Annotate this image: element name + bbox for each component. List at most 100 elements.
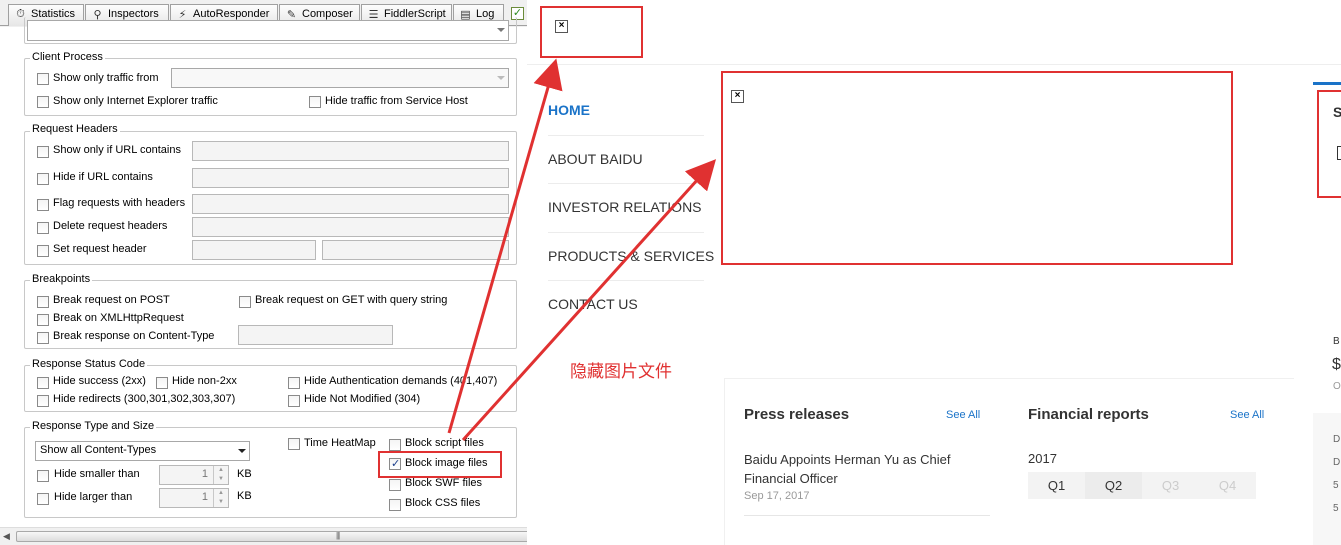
nav-divider bbox=[548, 232, 704, 233]
hide-larger-checkbox[interactable] bbox=[37, 493, 49, 505]
hosts-group bbox=[24, 17, 517, 44]
header-divider bbox=[527, 64, 1341, 65]
stepper-buttons[interactable]: ▲ ▼ bbox=[213, 466, 228, 484]
delete-headers-label: Delete request headers bbox=[53, 220, 168, 232]
horizontal-scrollbar[interactable]: ◀ ||| bbox=[0, 527, 527, 545]
time-heatmap-label: Time HeatMap bbox=[304, 437, 376, 449]
right-panel-letter: B bbox=[1333, 336, 1340, 347]
hide-not-modified-checkbox[interactable] bbox=[288, 395, 300, 407]
flag-headers-label: Flag requests with headers bbox=[53, 197, 186, 209]
financial-see-all-link[interactable]: See All bbox=[1230, 409, 1264, 421]
hide-url-checkbox[interactable] bbox=[37, 173, 49, 185]
response-status-title: Response Status Code bbox=[30, 358, 148, 370]
financial-reports-title: Financial reports bbox=[1028, 406, 1149, 423]
content-types-value: Show all Content-Types bbox=[40, 444, 157, 456]
break-post-label: Break request on POST bbox=[53, 294, 170, 306]
scrollbar-thumb[interactable] bbox=[16, 531, 527, 542]
chevron-down-icon[interactable]: ▼ bbox=[214, 498, 228, 507]
url-contains-checkbox[interactable] bbox=[37, 146, 49, 158]
press-headline-line2[interactable]: Financial Officer bbox=[744, 471, 838, 486]
chevron-left-icon[interactable]: ◀ bbox=[3, 531, 10, 542]
block-script-checkbox[interactable] bbox=[389, 439, 401, 451]
baidu-ir-page: × HOME ABOUT BAIDU INVESTOR RELATIONS PR… bbox=[527, 0, 1341, 545]
time-heatmap-checkbox[interactable] bbox=[288, 438, 300, 450]
press-see-all-link[interactable]: See All bbox=[946, 409, 980, 421]
delete-headers-input[interactable] bbox=[192, 217, 509, 237]
hide-url-label: Hide if URL contains bbox=[53, 171, 153, 183]
chevron-down-icon bbox=[238, 449, 246, 453]
quarter-q2[interactable]: Q2 bbox=[1085, 472, 1142, 499]
chevron-down-icon[interactable]: ▼ bbox=[214, 475, 228, 484]
blocked-logo-highlight bbox=[540, 6, 643, 58]
hide-smaller-label: Hide smaller than bbox=[54, 468, 140, 480]
flag-headers-checkbox[interactable] bbox=[37, 199, 49, 211]
hide-non2xx-checkbox[interactable] bbox=[156, 377, 168, 389]
hide-success-label: Hide success (2xx) bbox=[53, 375, 146, 387]
url-contains-label: Show only if URL contains bbox=[53, 144, 181, 156]
break-xhr-checkbox[interactable] bbox=[37, 314, 49, 326]
press-headline-line1[interactable]: Baidu Appoints Herman Yu as Chief bbox=[744, 452, 950, 467]
url-contains-input[interactable] bbox=[192, 141, 509, 161]
right-panel-letter: $ bbox=[1332, 356, 1341, 373]
chevron-up-icon[interactable]: ▲ bbox=[214, 466, 228, 475]
break-get-query-checkbox[interactable] bbox=[239, 296, 251, 308]
right-panel-letter: 5 bbox=[1333, 503, 1339, 514]
only-ie-label: Show only Internet Explorer traffic bbox=[53, 95, 218, 107]
right-panel-letter: D bbox=[1333, 457, 1341, 468]
only-traffic-from-label: Show only traffic from bbox=[53, 72, 159, 84]
client-process-title: Client Process bbox=[30, 51, 105, 63]
breakpoints-title: Breakpoints bbox=[30, 273, 93, 285]
hide-smaller-checkbox[interactable] bbox=[37, 470, 49, 482]
only-traffic-from-checkbox[interactable] bbox=[37, 73, 49, 85]
only-ie-checkbox[interactable] bbox=[37, 96, 49, 108]
block-swf-checkbox[interactable] bbox=[389, 479, 401, 491]
chevron-down-icon bbox=[497, 76, 505, 80]
quarter-q4: Q4 bbox=[1199, 472, 1256, 499]
break-get-query-label: Break request on GET with query string bbox=[255, 294, 448, 306]
annotation-text: 隐藏图片文件 bbox=[570, 362, 672, 382]
fiddler-filters-pane: ⏱ Statistics ⚲ Inspectors ⚡ AutoResponde… bbox=[0, 0, 527, 545]
broken-image-icon bbox=[1337, 146, 1341, 160]
flag-headers-input[interactable] bbox=[192, 194, 509, 214]
hide-smaller-value: 1 bbox=[201, 468, 208, 480]
block-swf-label: Block SWF files bbox=[405, 477, 483, 489]
nav-contact-us[interactable]: CONTACT US bbox=[548, 296, 638, 312]
nav-about-baidu[interactable]: ABOUT BAIDU bbox=[548, 151, 643, 167]
hide-url-input[interactable] bbox=[192, 168, 509, 188]
hide-redirects-checkbox[interactable] bbox=[37, 395, 49, 407]
content-types-select[interactable]: Show all Content-Types bbox=[35, 441, 250, 461]
set-header-name-input[interactable] bbox=[192, 240, 316, 260]
set-header-checkbox[interactable] bbox=[37, 245, 49, 257]
hide-success-checkbox[interactable] bbox=[37, 377, 49, 389]
set-header-value-input[interactable] bbox=[322, 240, 509, 260]
nav-home[interactable]: HOME bbox=[548, 102, 590, 118]
break-xhr-label: Break on XMLHttpRequest bbox=[53, 312, 184, 324]
right-panel-accent bbox=[1313, 82, 1341, 85]
hide-auth-checkbox[interactable] bbox=[288, 377, 300, 389]
hide-auth-label: Hide Authentication demands (401,407) bbox=[304, 375, 498, 387]
hide-larger-label: Hide larger than bbox=[54, 491, 133, 503]
hide-smaller-stepper[interactable]: 1 ▲ ▼ bbox=[159, 465, 229, 485]
stepper-buttons[interactable]: ▲ ▼ bbox=[213, 489, 228, 507]
filters-panel: Client Process Show only traffic from Sh… bbox=[0, 17, 527, 527]
block-script-label: Block script files bbox=[405, 437, 484, 449]
right-panel-letter: S bbox=[1333, 104, 1341, 120]
nav-investor-relations[interactable]: INVESTOR RELATIONS bbox=[548, 199, 702, 215]
chevron-up-icon[interactable]: ▲ bbox=[214, 489, 228, 498]
hide-non2xx-label: Hide non-2xx bbox=[172, 375, 237, 387]
block-css-checkbox[interactable] bbox=[389, 499, 401, 511]
quarter-q1[interactable]: Q1 bbox=[1028, 472, 1085, 499]
press-releases-title: Press releases bbox=[744, 406, 850, 423]
hide-service-host-checkbox[interactable] bbox=[309, 96, 321, 108]
break-post-checkbox[interactable] bbox=[37, 296, 49, 308]
break-content-type-checkbox[interactable] bbox=[37, 332, 49, 344]
process-combo[interactable] bbox=[171, 68, 509, 88]
nav-products-services[interactable]: PRODUCTS & SERVICES bbox=[548, 248, 714, 264]
quarter-q3: Q3 bbox=[1142, 472, 1199, 499]
break-content-type-input[interactable] bbox=[238, 325, 393, 345]
block-image-highlight bbox=[378, 451, 502, 478]
hide-larger-stepper[interactable]: 1 ▲ ▼ bbox=[159, 488, 229, 508]
delete-headers-checkbox[interactable] bbox=[37, 222, 49, 234]
hide-redirects-label: Hide redirects (300,301,302,303,307) bbox=[53, 393, 236, 405]
right-panel-letter: 5 bbox=[1333, 480, 1339, 491]
